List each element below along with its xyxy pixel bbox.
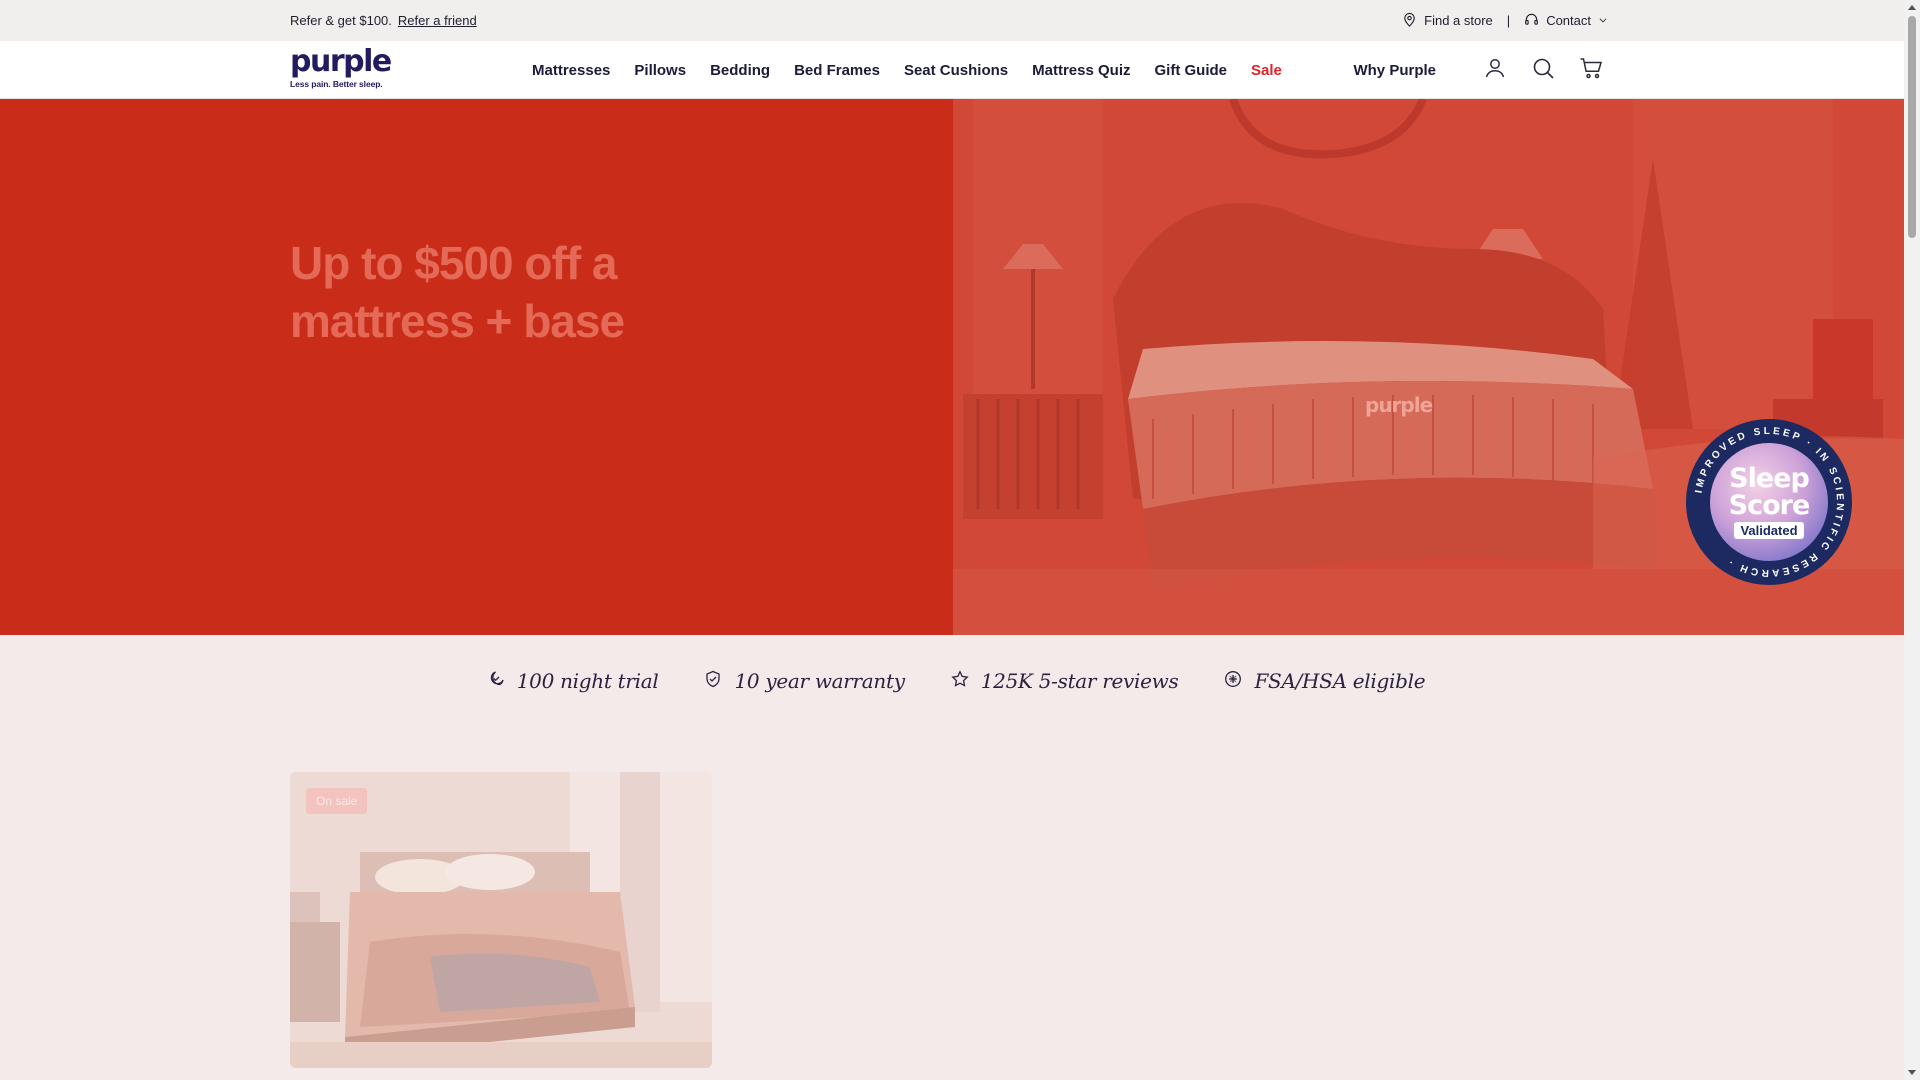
cart-icon <box>1579 56 1603 85</box>
nav-item-gift-guide[interactable]: Gift Guide <box>1155 62 1228 79</box>
svg-text:IMPROVED SLEEP · IN SCIENTIFIC: IMPROVED SLEEP · IN SCIENTIFIC RESEARCH … <box>1694 426 1846 578</box>
product-card[interactable]: On sale <box>290 772 712 1068</box>
benefit-fsa: FSA/HSA eligible <box>1224 669 1426 693</box>
contact-dropdown[interactable]: Contact <box>1524 12 1608 30</box>
refer-a-friend-link[interactable]: Refer a friend <box>398 13 477 28</box>
page: Refer & get $100. Refer a friend Find a … <box>0 0 1904 1080</box>
why-purple-link[interactable]: Why Purple <box>1353 62 1436 79</box>
nav-item-mattress-quiz[interactable]: Mattress Quiz <box>1032 62 1130 79</box>
benefit-warranty-label: 10 year warranty <box>734 669 905 693</box>
benefit-reviews-label: 125K 5-star reviews <box>980 669 1179 693</box>
location-pin-icon <box>1402 12 1417 30</box>
benefits-bar: 100 night trial 10 year warranty 125K 5-… <box>0 635 1904 727</box>
moon-icon <box>487 670 505 693</box>
benefit-warranty: 10 year warranty <box>704 669 905 693</box>
benefit-trial-label: 100 night trial <box>516 669 659 693</box>
search-button[interactable] <box>1530 57 1556 83</box>
headset-icon <box>1524 12 1539 30</box>
cart-button[interactable] <box>1578 57 1604 83</box>
search-icon <box>1531 56 1555 85</box>
medical-icon <box>1224 670 1242 693</box>
referral-text: Refer & get $100. <box>290 13 392 28</box>
primary-nav: Mattresses Pillows Bedding Bed Frames Se… <box>532 41 1282 99</box>
chevron-down-icon <box>1598 13 1608 28</box>
badge-ring: IMPROVED SLEEP · IN SCIENTIFIC RESEARCH … <box>1694 426 1846 578</box>
utility-links: Find a store | Contact <box>1402 12 1608 30</box>
on-sale-badge: On sale <box>306 788 368 814</box>
nav-item-seat-cushions[interactable]: Seat Cushions <box>904 62 1008 79</box>
nav-item-bed-frames[interactable]: Bed Frames <box>794 62 880 79</box>
page-scrollbar[interactable] <box>1904 0 1920 1080</box>
utility-separator: | <box>1506 13 1511 28</box>
nav-item-sale[interactable]: Sale <box>1251 62 1282 79</box>
nav-item-pillows[interactable]: Pillows <box>634 62 686 79</box>
find-a-store-label: Find a store <box>1424 13 1493 28</box>
header-actions: Why Purple <box>1353 41 1604 99</box>
nav-item-mattresses[interactable]: Mattresses <box>532 62 610 79</box>
benefit-trial: 100 night trial <box>487 669 659 693</box>
account-icon <box>1483 56 1507 85</box>
benefit-reviews: 125K 5-star reviews <box>951 669 1179 693</box>
star-icon <box>951 669 969 693</box>
find-a-store-link[interactable]: Find a store <box>1402 12 1493 30</box>
main-header: purple Less pain. Better sleep. Mattress… <box>0 41 1904 99</box>
badge-ring-text: IMPROVED SLEEP · IN SCIENTIFIC RESEARCH … <box>1694 426 1843 578</box>
hero-title: Up to $500 off a mattress + base <box>290 237 625 347</box>
hero-text-panel: Up to $500 off a mattress + base <box>0 99 953 635</box>
benefit-fsa-label: FSA/HSA eligible <box>1254 669 1426 693</box>
scroll-thumb[interactable] <box>1908 16 1916 238</box>
shield-check-icon <box>704 670 722 693</box>
scroll-up-arrow[interactable] <box>1908 5 1916 10</box>
logo-tagline: Less pain. Better sleep. <box>290 79 383 89</box>
referral-promo: Refer & get $100. Refer a friend <box>290 13 477 28</box>
sleep-score-badge[interactable]: IMPROVED SLEEP · IN SCIENTIFIC RESEARCH … <box>1686 419 1852 585</box>
account-button[interactable] <box>1482 57 1508 83</box>
utility-bar: Refer & get $100. Refer a friend Find a … <box>0 0 1904 41</box>
product-image <box>290 772 712 1068</box>
nav-item-bedding[interactable]: Bedding <box>710 62 770 79</box>
scroll-down-arrow[interactable] <box>1908 1070 1916 1075</box>
logo-wordmark: purple <box>290 44 392 79</box>
mattress-logo-text: purple <box>1365 393 1433 417</box>
contact-label: Contact <box>1546 13 1591 28</box>
purple-logo[interactable]: purple Less pain. Better sleep. <box>290 44 392 94</box>
hero-banner[interactable]: Up to $500 off a mattress + base purple <box>0 99 1904 635</box>
